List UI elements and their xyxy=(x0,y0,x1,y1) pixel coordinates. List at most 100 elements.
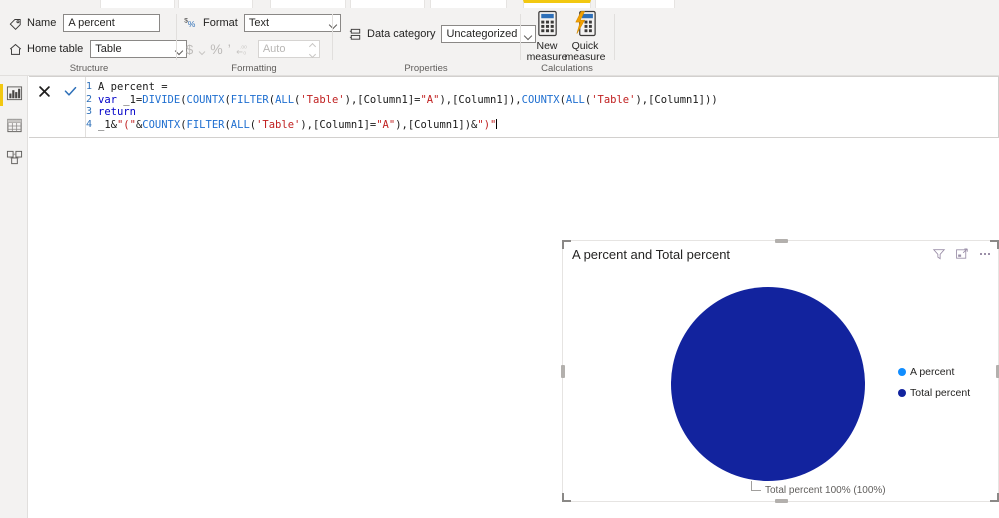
currency-percent-icon: $ % xyxy=(184,16,199,31)
legend-swatch xyxy=(898,389,906,397)
percent-icon[interactable]: % xyxy=(210,42,222,56)
sidebar-item-model-view[interactable] xyxy=(0,144,28,174)
quick-measure-label-line2: measure xyxy=(564,51,606,63)
measure-name-label: Name xyxy=(27,17,57,29)
group-divider xyxy=(614,14,615,60)
decimals-input[interactable]: Auto xyxy=(257,40,320,58)
formula-line-text: var _1=DIVIDE(COUNTX(FILTER(ALL('Table')… xyxy=(98,93,718,106)
formula-line: 3 return xyxy=(86,106,998,119)
decimals-spinner[interactable] xyxy=(309,43,316,57)
svg-text:%: % xyxy=(188,18,196,28)
group-divider xyxy=(332,14,333,60)
ribbon-tab-stub-active[interactable] xyxy=(523,0,591,8)
home-table-select[interactable]: Table xyxy=(90,40,188,58)
quick-calculator-icon xyxy=(573,10,598,38)
line-number: 1 xyxy=(86,81,93,92)
legend-label: Total percent xyxy=(910,387,971,399)
legend-item-total-percent[interactable]: Total percent xyxy=(898,387,990,399)
quick-measure-button[interactable]: Quick measure xyxy=(561,10,609,63)
group-divider xyxy=(176,14,177,60)
formula-line-text: A percent = xyxy=(98,81,168,93)
tag-icon xyxy=(8,16,23,31)
table-grid-icon xyxy=(6,117,23,137)
formula-line-text: return xyxy=(98,106,136,119)
format-select[interactable]: Text xyxy=(243,14,341,32)
resize-corner-bottom-right[interactable] xyxy=(990,493,999,502)
callout-leader-line xyxy=(751,481,761,491)
data-category-label: Data category xyxy=(367,28,436,40)
calculations-group-label: Calculations xyxy=(541,63,593,74)
line-number: 2 xyxy=(86,93,93,105)
properties-group-label: Properties xyxy=(404,63,448,74)
home-table-row: Home table Table xyxy=(8,40,188,58)
dax-formula-bar[interactable]: 1 A percent = 2 var _1=DIVIDE(COUNTX(FILTE… xyxy=(29,76,999,138)
svg-text:0: 0 xyxy=(243,50,246,56)
group-divider xyxy=(520,14,521,60)
formula-line: 2 var _1=DIVIDE(COUNTX(FILTER(ALL('Table'… xyxy=(86,94,998,107)
report-chart-icon xyxy=(6,85,23,105)
model-relationships-icon xyxy=(6,149,23,169)
line-number: 3 xyxy=(86,106,93,118)
formula-line: 1 A percent = xyxy=(86,81,998,94)
comma-icon[interactable]: ’ xyxy=(228,42,231,56)
filter-funnel-icon[interactable] xyxy=(932,247,946,261)
legend-item-a-percent[interactable]: A percent xyxy=(898,366,990,378)
pie-data-label-callout: Total percent 100% (100%) xyxy=(751,481,891,501)
home-table-label: Home table xyxy=(27,43,84,55)
ribbon-tab-stub[interactable] xyxy=(100,0,175,8)
ribbon-group-properties: Data category Uncategorized Properties xyxy=(334,8,537,75)
legend-label: A percent xyxy=(910,366,955,378)
formatting-group-label: Formatting xyxy=(231,63,277,74)
dollar-icon[interactable]: $ xyxy=(186,43,193,56)
sidebar-item-data-view[interactable] xyxy=(0,112,28,142)
legend-swatch xyxy=(898,368,906,376)
data-category-icon xyxy=(348,27,363,42)
resize-corner-top-left[interactable] xyxy=(562,240,571,249)
formula-line-text: _1&"("&COUNTX(FILTER(ALL('Table'),[Colum… xyxy=(98,118,497,131)
number-format-buttons: $ % ’ .00 0 Auto xyxy=(186,40,320,58)
svg-text:.00: .00 xyxy=(240,44,247,50)
structure-group-label: Structure xyxy=(69,63,109,74)
formula-line: 4 _1&"("&COUNTX(FILTER(ALL('Table'),[Colu… xyxy=(86,118,998,132)
measure-name-row: Name A percent xyxy=(8,14,161,32)
formula-bar-actions xyxy=(29,77,86,137)
report-canvas[interactable]: A percent and Total percent Total percen… xyxy=(29,139,999,518)
measure-name-input[interactable]: A percent xyxy=(63,14,161,32)
formula-editor[interactable]: 1 A percent = 2 var _1=DIVIDE(COUNTX(FILTE… xyxy=(86,77,998,137)
sidebar-item-report-view[interactable] xyxy=(0,80,28,110)
pie-chart-visual[interactable]: A percent and Total percent Total percen… xyxy=(561,239,999,503)
ribbon: Name A percent Home table Table Structur… xyxy=(0,0,999,76)
ribbon-tab-stub[interactable] xyxy=(178,0,253,8)
data-category-row: Data category Uncategorized xyxy=(348,25,537,43)
pie-data-label: Total percent 100% (100%) xyxy=(765,485,886,496)
ribbon-group-formatting: $ % Format Text $ % ’ .00 0 Auto Formatt… xyxy=(178,8,341,75)
ribbon-tab-stub[interactable] xyxy=(430,0,507,8)
view-switcher-sidebar xyxy=(0,76,28,518)
decrease-decimals-icon[interactable]: .00 0 xyxy=(236,43,249,56)
more-options-icon[interactable] xyxy=(978,247,992,261)
ribbon-tab-stub[interactable] xyxy=(595,0,675,8)
ribbon-tab-stub[interactable] xyxy=(350,0,425,8)
line-number: 4 xyxy=(86,118,93,130)
text-caret xyxy=(496,118,498,129)
power-bi-desktop-window: Name A percent Home table Table Structur… xyxy=(0,0,999,518)
format-row: $ % Format Text xyxy=(184,14,341,32)
commit-check-icon[interactable] xyxy=(61,82,79,100)
visual-title: A percent and Total percent xyxy=(572,247,731,262)
ribbon-group-calculations: New measure Quick measure Calculations xyxy=(522,8,612,75)
chevron-down-icon[interactable] xyxy=(198,47,206,55)
cancel-x-icon[interactable] xyxy=(35,82,53,100)
format-label: Format xyxy=(203,17,238,29)
decimals-placeholder: Auto xyxy=(262,43,286,55)
ribbon-tab-stub[interactable] xyxy=(270,0,346,8)
resize-handle-top[interactable] xyxy=(774,239,788,243)
home-icon xyxy=(8,42,23,57)
calculator-icon xyxy=(535,10,560,38)
ribbon-group-structure: Name A percent Home table Table Structur… xyxy=(0,8,188,75)
visual-header-icons xyxy=(932,247,992,261)
resize-handle-left[interactable] xyxy=(561,365,565,378)
focus-mode-icon[interactable] xyxy=(955,247,969,261)
resize-corner-bottom-left[interactable] xyxy=(562,493,571,502)
pie-slice-total-percent[interactable] xyxy=(671,287,865,481)
chart-legend: A percent Total percent xyxy=(898,366,990,408)
